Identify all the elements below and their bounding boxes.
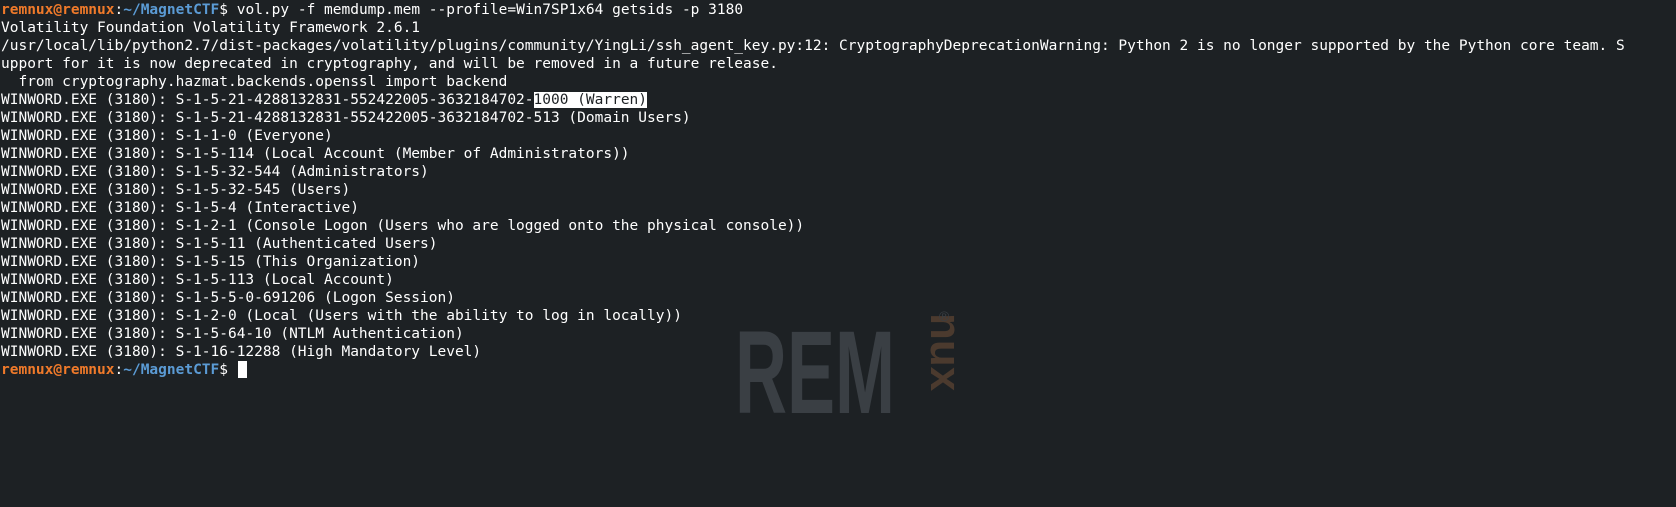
sid-line: WINWORD.EXE (3180): S-1-5-113 (Local Acc… <box>1 272 394 288</box>
output-line: from cryptography.hazmat.backends.openss… <box>1 74 508 90</box>
sid-prefix: WINWORD.EXE (3180): S-1-5-21-4288132831-… <box>1 92 534 108</box>
prompt-symbol: $ <box>219 2 237 18</box>
command-text[interactable]: vol.py -f memdump.mem --profile=Win7SP1x… <box>237 2 743 18</box>
sid-line: WINWORD.EXE (3180): S-1-5-5-0-691206 (Lo… <box>1 290 455 306</box>
input-prompt-line[interactable]: remnux@remnux:~/MagnetCTF$ <box>1 361 1625 379</box>
sid-line: WINWORD.EXE (3180): S-1-5-11 (Authentica… <box>1 236 438 252</box>
prompt-symbol: $ <box>219 362 237 378</box>
output-line: upport for it is now deprecated in crypt… <box>1 56 778 72</box>
selected-text[interactable]: 1000 (Warren) <box>533 92 648 108</box>
terminal-window[interactable]: REM nux ® remnux@remnux:~/MagnetCTF$ vol… <box>0 0 1676 507</box>
sid-line: WINWORD.EXE (3180): S-1-5-114 (Local Acc… <box>1 146 630 162</box>
sid-line: WINWORD.EXE (3180): S-1-5-4 (Interactive… <box>1 200 359 216</box>
sid-line: WINWORD.EXE (3180): S-1-5-64-10 (NTLM Au… <box>1 326 464 342</box>
output-line: /usr/local/lib/python2.7/dist-packages/v… <box>1 38 1625 54</box>
sid-line: WINWORD.EXE (3180): S-1-5-32-545 (Users) <box>1 182 351 198</box>
sid-line: WINWORD.EXE (3180): S-1-2-1 (Console Log… <box>1 218 805 234</box>
terminal-output: remnux@remnux:~/MagnetCTF$ vol.py -f mem… <box>1 1 1625 379</box>
command-line: remnux@remnux:~/MagnetCTF$ vol.py -f mem… <box>1 1 1625 19</box>
sid-line: WINWORD.EXE (3180): S-1-5-32-544 (Admini… <box>1 164 429 180</box>
sid-line-highlighted: WINWORD.EXE (3180): S-1-5-21-4288132831-… <box>1 91 1625 109</box>
sid-line: WINWORD.EXE (3180): S-1-2-0 (Local (User… <box>1 308 682 324</box>
prompt-user-host: remnux@remnux <box>1 2 115 18</box>
output-line: Volatility Foundation Volatility Framewo… <box>1 20 421 36</box>
prompt-separator: : <box>114 2 124 18</box>
prompt-separator: : <box>114 362 124 378</box>
prompt-user-host: remnux@remnux <box>1 362 115 378</box>
sid-line: WINWORD.EXE (3180): S-1-5-21-4288132831-… <box>1 110 691 126</box>
sid-line: WINWORD.EXE (3180): S-1-16-12288 (High M… <box>1 344 482 360</box>
sid-line: WINWORD.EXE (3180): S-1-1-0 (Everyone) <box>1 128 333 144</box>
prompt-path: ~/MagnetCTF <box>123 2 220 18</box>
sid-line: WINWORD.EXE (3180): S-1-5-15 (This Organ… <box>1 254 421 270</box>
text-cursor[interactable] <box>237 361 247 378</box>
prompt-path: ~/MagnetCTF <box>123 362 220 378</box>
